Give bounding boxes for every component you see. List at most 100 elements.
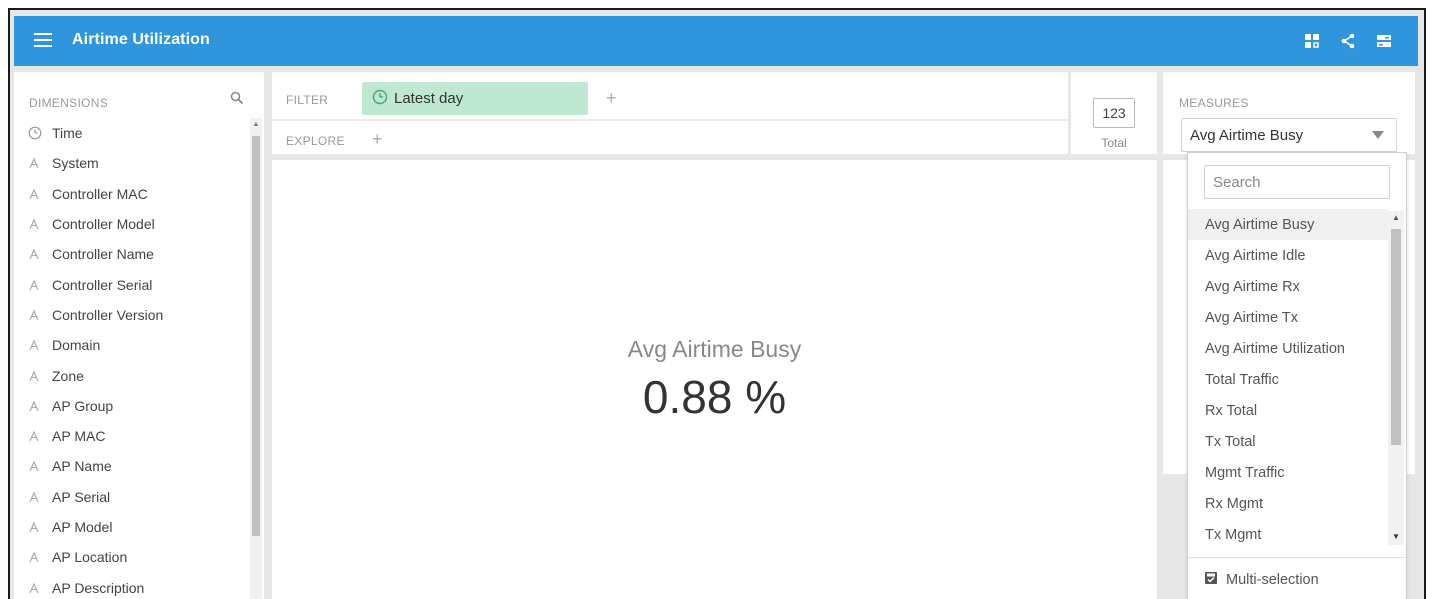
visualization-area: Avg Airtime Busy 0.88 %: [272, 160, 1157, 599]
menu-icon[interactable]: [34, 33, 52, 47]
dimension-label: AP Location: [52, 549, 128, 566]
dimension-item[interactable]: Domain: [28, 330, 248, 360]
dimension-label: Controller Model: [52, 216, 155, 233]
string-dimension-icon: [28, 430, 52, 442]
dimension-item[interactable]: AP MAC: [28, 421, 248, 451]
string-dimension-icon: [28, 218, 52, 230]
dimension-label: AP Group: [52, 397, 114, 414]
measures-title: MEASURES: [1179, 96, 1249, 110]
measure-option[interactable]: Avg Airtime Idle: [1188, 240, 1388, 271]
total-panel: 123 Total: [1071, 72, 1157, 154]
dimension-item[interactable]: System: [28, 148, 248, 178]
dimensions-panel: DIMENSIONS Time System Controller MAC Contr…: [14, 72, 264, 599]
string-dimension-icon: [28, 582, 52, 594]
scroll-up-arrow-icon[interactable]: ▲: [1391, 213, 1401, 222]
measure-options-list: Avg Airtime Busy Avg Airtime Idle Avg Airt…: [1188, 209, 1388, 550]
app-frame: Airtime Utilization DIMENSIONS Time Syste…: [8, 8, 1426, 599]
search-icon[interactable]: [230, 91, 244, 110]
share-icon[interactable]: [1340, 33, 1358, 51]
string-dimension-icon: [28, 157, 52, 169]
explore-label: EXPLORE: [286, 134, 345, 148]
add-filter-plus-icon[interactable]: +: [606, 88, 617, 109]
measure-option[interactable]: Tx Mgmt: [1188, 519, 1388, 550]
dimension-label: Controller Serial: [52, 276, 153, 293]
multi-selection-label: Multi-selection: [1226, 572, 1319, 588]
measure-value: 0.88 %: [642, 371, 787, 423]
toggle-panels-icon[interactable]: [1376, 33, 1394, 51]
filter-pill-label: Latest day: [394, 90, 464, 107]
clock-icon: [372, 89, 388, 109]
page-title: Airtime Utilization: [72, 31, 210, 48]
dimension-item[interactable]: AP Model: [28, 512, 248, 542]
string-dimension-icon: [28, 279, 52, 291]
dimension-label: AP MAC: [52, 428, 106, 445]
measure-title: Avg Airtime Busy: [627, 336, 802, 362]
dimension-item[interactable]: AP Location: [28, 542, 248, 572]
dimensions-list: Time System Controller MAC Controller Model…: [28, 118, 248, 599]
dimension-item[interactable]: Controller Version: [28, 300, 248, 330]
dimension-label: Controller Version: [52, 306, 164, 323]
string-dimension-icon: [28, 521, 52, 533]
dimension-label: System: [52, 155, 99, 172]
dimension-item[interactable]: Controller Model: [28, 209, 248, 239]
string-dimension-icon: [28, 309, 52, 321]
add-explore-plus-icon[interactable]: +: [372, 129, 383, 150]
dashboard-grid-icon[interactable]: [1304, 33, 1322, 51]
clock-icon: [28, 126, 52, 140]
checkbox-icon: [1204, 571, 1218, 589]
measure-select-value: Avg Airtime Busy: [1190, 126, 1304, 144]
scroll-up-arrow-icon[interactable]: ▲: [252, 120, 260, 130]
dimension-item[interactable]: Controller Name: [28, 239, 248, 269]
filter-label: FILTER: [286, 93, 329, 107]
dimension-label: Time: [52, 125, 83, 142]
dimension-item[interactable]: AP Group: [28, 391, 248, 421]
string-dimension-icon: [28, 370, 52, 382]
dimension-label: AP Model: [52, 519, 113, 535]
dimensions-title: DIMENSIONS: [29, 96, 109, 110]
divider: [272, 119, 1068, 121]
divider: [1188, 557, 1406, 558]
measure-option[interactable]: Avg Airtime Tx: [1188, 302, 1388, 333]
dimension-label: Domain: [52, 337, 101, 354]
total-label: Total: [1101, 136, 1127, 150]
measure-search-input[interactable]: [1204, 165, 1390, 199]
measures-dropdown: Avg Airtime BusyAvg Airtime IdleAvg Airt…: [1187, 152, 1407, 599]
dimension-item[interactable]: AP Name: [28, 451, 248, 481]
measure-select[interactable]: Avg Airtime Busy: [1181, 118, 1397, 152]
dimensions-scrollbar[interactable]: ▲: [250, 118, 262, 599]
dimension-label: AP Name: [52, 458, 112, 475]
measures-scrollbar[interactable]: ▲ ▼: [1388, 211, 1404, 545]
dimension-label: Controller Name: [52, 246, 154, 263]
measure-option[interactable]: Rx Total: [1188, 395, 1388, 426]
string-dimension-icon: [28, 491, 52, 503]
measure-option[interactable]: Rx Mgmt: [1188, 488, 1388, 519]
measure-option[interactable]: Tx Total: [1188, 426, 1388, 457]
dimension-item[interactable]: Time: [28, 118, 248, 148]
string-dimension-icon: [28, 460, 52, 472]
string-dimension-icon: [28, 188, 52, 200]
string-dimension-icon: [28, 400, 52, 412]
total-visualization-button[interactable]: 123: [1093, 98, 1135, 128]
string-dimension-icon: [28, 339, 52, 351]
measure-option[interactable]: Avg Airtime Utilization: [1188, 333, 1388, 364]
string-dimension-icon: [28, 248, 52, 260]
dimension-item[interactable]: AP Serial: [28, 482, 248, 512]
multi-selection-toggle[interactable]: Multi-selection: [1204, 571, 1319, 589]
dimension-item[interactable]: Controller Serial: [28, 269, 248, 299]
scroll-down-arrow-icon[interactable]: ▼: [1391, 532, 1401, 541]
measure-option[interactable]: Avg Airtime Busy: [1188, 209, 1388, 240]
filter-pill-latest-day[interactable]: Latest day: [362, 82, 588, 115]
measures-panel: MEASURES Avg Airtime Busy: [1163, 72, 1415, 154]
dimension-label: AP Serial: [52, 488, 111, 505]
dimension-item[interactable]: AP Description: [28, 572, 248, 599]
top-bar: Airtime Utilization: [14, 16, 1418, 66]
scrollbar-thumb[interactable]: [252, 136, 260, 536]
measure-option[interactable]: Total Traffic: [1188, 364, 1388, 395]
dimension-item[interactable]: Zone: [28, 360, 248, 390]
string-dimension-icon: [28, 551, 52, 563]
measure-option[interactable]: Avg Airtime Rx: [1188, 271, 1388, 302]
scrollbar-thumb[interactable]: [1391, 229, 1401, 445]
filter-explore-panel: FILTER Latest day + EXPLORE +: [272, 72, 1068, 154]
measure-option[interactable]: Mgmt Traffic: [1188, 457, 1388, 488]
dimension-item[interactable]: Controller MAC: [28, 179, 248, 209]
